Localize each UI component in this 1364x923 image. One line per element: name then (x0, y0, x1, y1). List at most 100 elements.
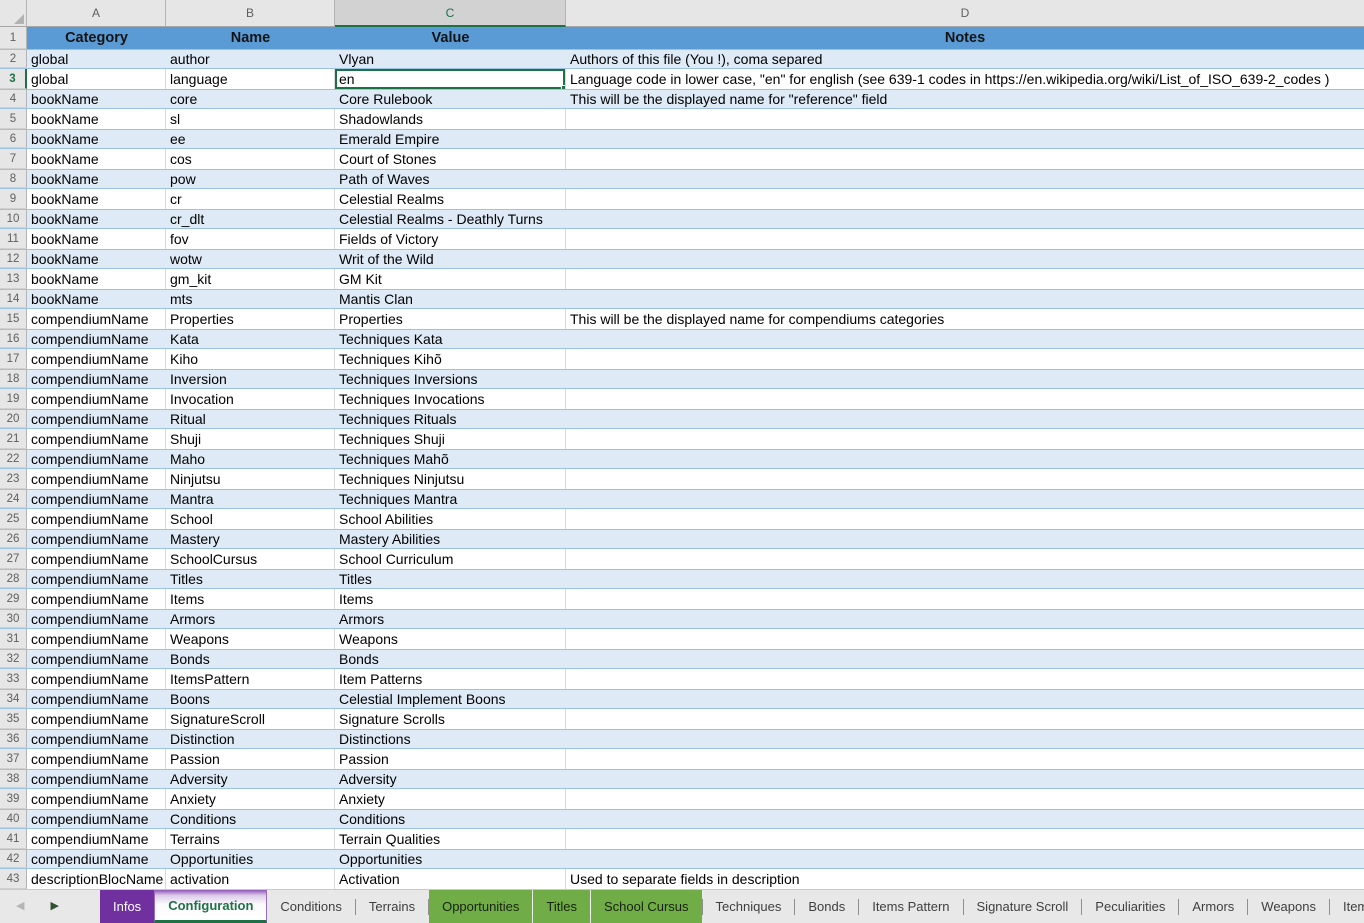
cell[interactable]: Techniques Kata (335, 330, 566, 348)
row-header[interactable]: 33 (0, 669, 27, 689)
header-cell-notes[interactable]: Notes (566, 27, 1364, 49)
row-header[interactable]: 34 (0, 690, 27, 708)
cell[interactable]: ee (166, 130, 335, 148)
cell[interactable] (566, 509, 1364, 529)
cell[interactable] (566, 709, 1364, 729)
row-header[interactable]: 27 (0, 549, 27, 569)
row-header[interactable]: 26 (0, 530, 27, 548)
cell[interactable]: Mantra (166, 490, 335, 508)
cell[interactable] (566, 149, 1364, 169)
cell[interactable] (566, 610, 1364, 628)
cell[interactable] (566, 109, 1364, 129)
row-header[interactable]: 35 (0, 709, 27, 729)
cell[interactable]: GM Kit (335, 269, 566, 289)
cell[interactable] (566, 749, 1364, 769)
cell[interactable]: Anxiety (166, 789, 335, 809)
sheet-tab-items-pattern[interactable]: Items Pattern (859, 890, 962, 923)
cell[interactable] (566, 549, 1364, 569)
row-header[interactable]: 41 (0, 829, 27, 849)
cell[interactable] (566, 530, 1364, 548)
cell[interactable]: bookName (27, 170, 166, 188)
cell[interactable]: Opportunities (335, 850, 566, 868)
row-header[interactable]: 37 (0, 749, 27, 769)
cell[interactable]: compendiumName (27, 429, 166, 449)
cell[interactable]: Maho (166, 450, 335, 468)
cell[interactable]: cos (166, 149, 335, 169)
cell[interactable] (566, 469, 1364, 489)
cell[interactable]: compendiumName (27, 709, 166, 729)
sheet-tab-weapons[interactable]: Weapons (1248, 890, 1329, 923)
cell[interactable]: Opportunities (166, 850, 335, 868)
cell[interactable]: core (166, 90, 335, 108)
cell[interactable]: ItemsPattern (166, 669, 335, 689)
row-header[interactable]: 18 (0, 370, 27, 388)
cell[interactable]: Celestial Realms - Deathly Turns (335, 210, 566, 228)
cell[interactable]: School Curriculum (335, 549, 566, 569)
cell[interactable]: compendiumName (27, 610, 166, 628)
cell[interactable] (566, 170, 1364, 188)
row-header[interactable]: 2 (0, 50, 27, 68)
cell[interactable]: wotw (166, 250, 335, 268)
cell[interactable]: activation (166, 869, 335, 889)
column-header-c[interactable]: C (335, 0, 566, 27)
cell[interactable] (566, 229, 1364, 249)
cell[interactable]: Anxiety (335, 789, 566, 809)
fill-handle[interactable] (561, 85, 566, 89)
row-header[interactable]: 24 (0, 490, 27, 508)
cell[interactable]: Vlyan (335, 50, 566, 68)
cell[interactable]: compendiumName (27, 530, 166, 548)
cell[interactable]: compendiumName (27, 730, 166, 748)
cell[interactable]: Titles (335, 570, 566, 588)
cell[interactable]: compendiumName (27, 770, 166, 788)
cell[interactable] (566, 410, 1364, 428)
cell[interactable]: Techniques Shuji (335, 429, 566, 449)
cell[interactable] (566, 789, 1364, 809)
cell[interactable]: Ninjutsu (166, 469, 335, 489)
cell[interactable]: bookName (27, 269, 166, 289)
cell[interactable]: compendiumName (27, 789, 166, 809)
cell[interactable]: descriptionBlocName (27, 869, 166, 889)
cell[interactable]: Adversity (335, 770, 566, 788)
row-header[interactable]: 3 (0, 69, 27, 89)
tab-scroll-right-icon[interactable]: ▶ (50, 901, 58, 912)
row-header[interactable]: 14 (0, 290, 27, 308)
row-header[interactable]: 4 (0, 90, 27, 108)
cell[interactable]: fov (166, 229, 335, 249)
cell[interactable]: Distinction (166, 730, 335, 748)
sheet-tab-armors[interactable]: Armors (1179, 890, 1247, 923)
cell[interactable]: bookName (27, 189, 166, 209)
cell[interactable]: Properties (166, 309, 335, 329)
cell[interactable]: gm_kit (166, 269, 335, 289)
cell[interactable]: compendiumName (27, 509, 166, 529)
row-header[interactable]: 19 (0, 389, 27, 409)
cell[interactable]: Bonds (335, 650, 566, 668)
select-all-corner[interactable] (0, 0, 27, 27)
sheet-tab-techniques[interactable]: Techniques (703, 890, 795, 923)
cell[interactable]: Terrains (166, 829, 335, 849)
cell[interactable]: compendiumName (27, 469, 166, 489)
cell[interactable] (566, 389, 1364, 409)
cell[interactable]: Celestial Implement Boons (335, 690, 566, 708)
cell[interactable]: Titles (166, 570, 335, 588)
row-header[interactable]: 23 (0, 469, 27, 489)
cell[interactable]: Inversion (166, 370, 335, 388)
cell[interactable]: Ritual (166, 410, 335, 428)
cell[interactable]: compendiumName (27, 349, 166, 369)
cell[interactable]: bookName (27, 90, 166, 108)
cell[interactable]: compendiumName (27, 549, 166, 569)
row-header[interactable]: 28 (0, 570, 27, 588)
cell[interactable]: Writ of the Wild (335, 250, 566, 268)
selected-cell[interactable]: en (335, 69, 566, 89)
cell[interactable]: Passion (166, 749, 335, 769)
cell[interactable]: Conditions (166, 810, 335, 828)
cell[interactable]: SignatureScroll (166, 709, 335, 729)
cell[interactable] (566, 130, 1364, 148)
sheet-tab-infos[interactable]: Infos (100, 890, 154, 923)
cell[interactable]: compendiumName (27, 309, 166, 329)
cell[interactable] (566, 269, 1364, 289)
row-header[interactable]: 43 (0, 869, 27, 889)
row-header[interactable]: 6 (0, 130, 27, 148)
cell[interactable] (566, 370, 1364, 388)
row-header[interactable]: 15 (0, 309, 27, 329)
cell[interactable]: Techniques Kihõ (335, 349, 566, 369)
